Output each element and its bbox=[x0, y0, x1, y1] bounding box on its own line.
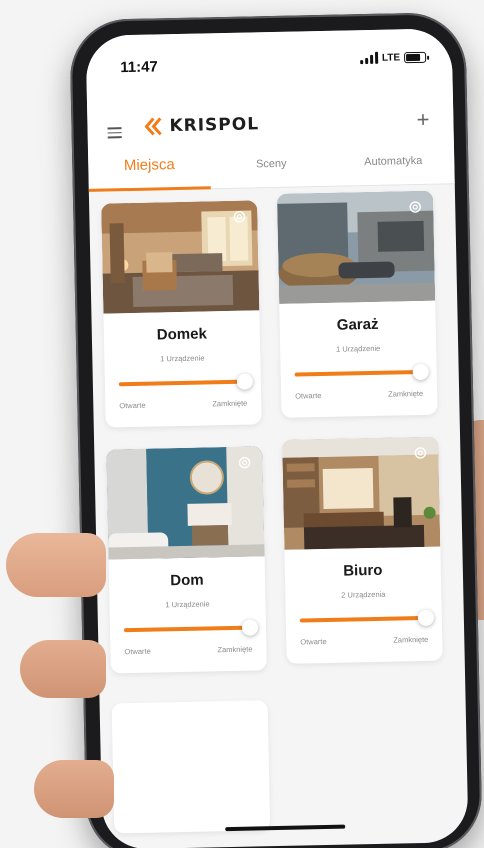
signal-icon bbox=[359, 51, 379, 65]
slider-labels: Otwarte Zamknięte bbox=[300, 635, 428, 647]
slider-track bbox=[123, 625, 253, 633]
battery-icon bbox=[403, 51, 427, 63]
place-card[interactable]: Dom 1 Urządzenie Otwarte Zamknięte bbox=[106, 446, 267, 674]
slider-knob[interactable] bbox=[417, 609, 435, 627]
place-name: Domek bbox=[156, 325, 208, 344]
hand-thumb bbox=[6, 533, 106, 597]
slider-knob[interactable] bbox=[241, 619, 259, 636]
status-time: 11:47 bbox=[120, 58, 158, 77]
phone-frame: 11:47 LTE KRISPOL + Miejsca Sceny Automa… bbox=[69, 11, 483, 848]
brand-name: KRISPOL bbox=[169, 114, 260, 137]
place-card[interactable]: Biuro 2 Urządzenia Otwarte Zamknięte bbox=[282, 436, 443, 664]
add-place-card[interactable] bbox=[111, 700, 271, 834]
slider-track bbox=[299, 615, 428, 623]
closed-label: Zamknięte bbox=[393, 634, 429, 645]
open-label: Otwarte bbox=[119, 400, 146, 411]
krispol-logo-icon bbox=[144, 117, 162, 136]
slider-track bbox=[118, 379, 247, 387]
gear-icon[interactable] bbox=[412, 445, 428, 461]
plus-icon[interactable]: + bbox=[416, 107, 429, 132]
closed-label: Zamknięte bbox=[217, 644, 253, 655]
place-card[interactable]: Domek 1 Urządzenie Otwarte Zamknięte bbox=[101, 200, 262, 428]
tab-sceny[interactable]: Sceny bbox=[210, 143, 333, 189]
gear-icon[interactable] bbox=[407, 199, 423, 215]
scene: 11:47 LTE KRISPOL + Miejsca Sceny Automa… bbox=[0, 0, 484, 848]
app-header: KRISPOL + bbox=[86, 80, 454, 148]
menu-icon[interactable] bbox=[107, 127, 122, 139]
place-card[interactable]: Garaż 1 Urządzenie Otwarte Zamknięte bbox=[276, 190, 438, 418]
place-name: Biuro bbox=[343, 561, 383, 580]
open-label: Otwarte bbox=[124, 646, 151, 657]
slider-labels: Otwarte Zamknięte bbox=[295, 389, 423, 401]
closed-label: Zamknięte bbox=[212, 398, 248, 409]
slider-knob[interactable] bbox=[236, 373, 254, 390]
device-count: 1 Urządzenie bbox=[165, 599, 210, 610]
device-count: 1 Urządzenie bbox=[160, 353, 205, 364]
position-slider[interactable] bbox=[299, 609, 435, 627]
closed-label: Zamknięte bbox=[388, 388, 424, 399]
status-indicators: LTE bbox=[359, 51, 427, 65]
status-bar: 11:47 LTE bbox=[85, 28, 453, 88]
places-grid: Domek 1 Urządzenie Otwarte Zamknięte Gar… bbox=[101, 190, 443, 834]
tab-bar: Miejsca Sceny Automatyka bbox=[87, 140, 455, 192]
hand-finger bbox=[34, 760, 114, 818]
place-name: Dom bbox=[170, 571, 204, 590]
slider-knob[interactable] bbox=[412, 363, 429, 381]
place-name: Garaż bbox=[336, 315, 379, 334]
slider-labels: Otwarte Zamknięte bbox=[124, 645, 252, 657]
device-count: 1 Urządzenie bbox=[335, 343, 381, 354]
gear-icon[interactable] bbox=[231, 209, 247, 225]
tab-miejsca[interactable]: Miejsca bbox=[88, 145, 211, 191]
slider-labels: Otwarte Zamknięte bbox=[119, 399, 247, 411]
slider-track bbox=[294, 369, 423, 377]
open-label: Otwarte bbox=[300, 636, 327, 647]
position-slider[interactable] bbox=[294, 363, 429, 381]
open-label: Otwarte bbox=[295, 391, 322, 401]
network-label: LTE bbox=[381, 51, 401, 64]
app-screen: 11:47 LTE KRISPOL + Miejsca Sceny Automa… bbox=[85, 28, 469, 848]
device-count: 2 Urządzenia bbox=[341, 589, 386, 600]
position-slider[interactable] bbox=[118, 373, 254, 390]
hand-finger bbox=[20, 640, 106, 698]
tab-automatyka[interactable]: Automatyka bbox=[332, 140, 455, 186]
brand-logo: KRISPOL bbox=[143, 114, 259, 136]
gear-icon[interactable] bbox=[236, 454, 252, 470]
position-slider[interactable] bbox=[123, 619, 259, 636]
